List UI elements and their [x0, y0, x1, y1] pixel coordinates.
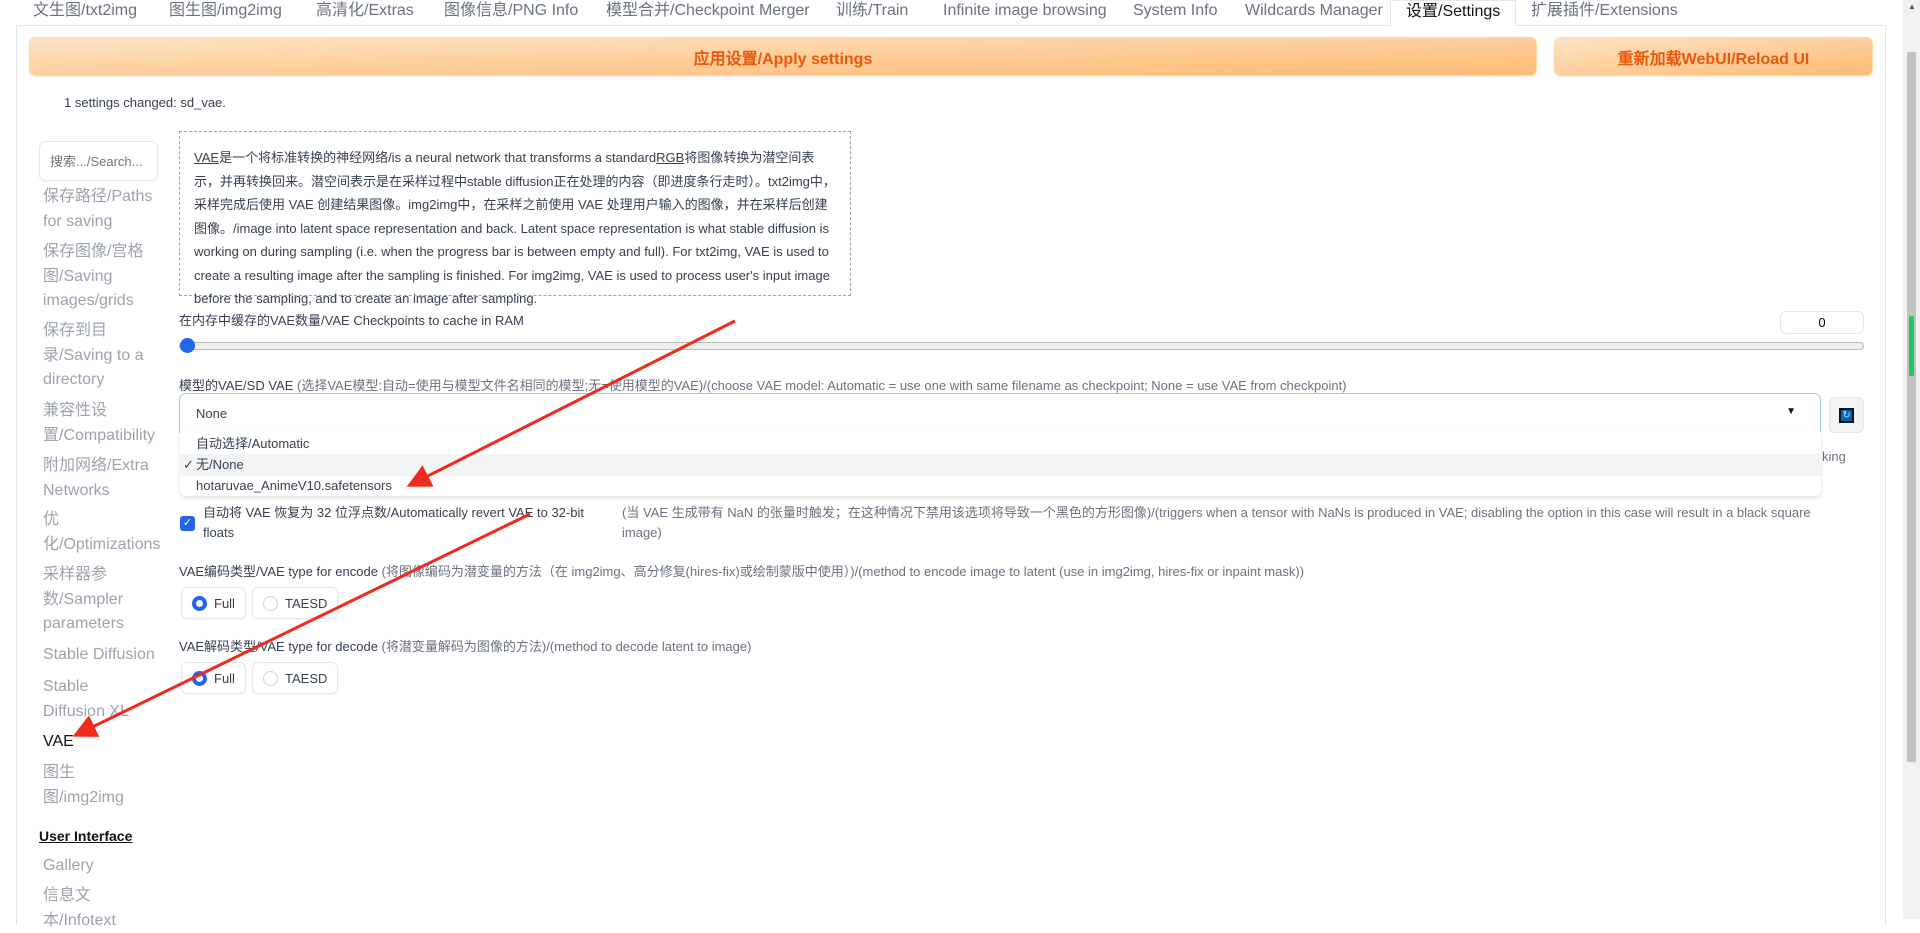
radio-empty-icon	[263, 595, 278, 611]
sidebar-section-user-interface[interactable]: User Interface	[39, 824, 157, 849]
refresh-icon: ↻	[1839, 407, 1854, 423]
encode-label: VAE编码类型/VAE type for encode (将图像编码为潜变量的方…	[179, 564, 1305, 579]
revert-vae-label: 自动将 VAE 恢复为 32 位浮点数/Automatically revert…	[203, 505, 584, 540]
apply-settings-button[interactable]: 应用设置/Apply settings	[29, 37, 1537, 76]
chevron-down-icon: ▼	[1786, 406, 1796, 417]
tab-system-info[interactable]: System Info	[1133, 0, 1217, 25]
option-none[interactable]: ✓ 无/None	[180, 454, 1821, 476]
cache-slider-thumb[interactable]	[180, 338, 195, 353]
radio-selected-icon	[192, 670, 207, 686]
decode-label: VAE解码类型/VAE type for decode (将潜变量解码为图像的方…	[179, 639, 752, 654]
hidden-info-tail: king	[1822, 449, 1846, 464]
tab-train[interactable]: 训练/Train	[836, 0, 908, 25]
sidebar-item-infotext[interactable]: 信息文本/Infotext	[43, 884, 123, 933]
scroll-up-icon[interactable]: ▲	[1908, 2, 1916, 11]
decode-radio-taesd[interactable]: TAESD	[252, 662, 339, 694]
sidebar-item-saving-images[interactable]: 保存图像/宫格图/Saving images/grids	[43, 240, 161, 314]
sidebar-item-sampler-parameters[interactable]: 采样器参数/Sampler parameters	[43, 563, 143, 637]
scrollbar-thumb[interactable]	[1907, 52, 1916, 762]
cache-number-input[interactable]	[1780, 311, 1864, 334]
radio-selected-icon	[192, 595, 207, 611]
refresh-vae-button[interactable]: ↻	[1829, 397, 1864, 433]
encode-radio-taesd[interactable]: TAESD	[252, 587, 339, 619]
settings-search-input[interactable]	[39, 141, 158, 181]
sidebar-item-extra-networks[interactable]: 附加网络/Extra Networks	[43, 454, 161, 503]
option-hotaruvae[interactable]: hotaruvae_AnimeV10.safetensors	[180, 475, 1821, 497]
check-icon: ✓	[183, 457, 194, 472]
cache-label: 在内存中缓存的VAE数量/VAE Checkpoints to cache in…	[179, 313, 524, 328]
cache-slider[interactable]	[179, 342, 1864, 350]
decode-radio-full[interactable]: Full	[181, 662, 246, 694]
tab-infinite-image-browsing[interactable]: Infinite image browsing	[943, 0, 1107, 25]
sidebar-item-img2img[interactable]: 图生图/img2img	[43, 761, 124, 810]
sidebar-item-compatibility[interactable]: 兼容性设置/Compatibility	[43, 399, 161, 448]
revert-vae-info: (当 VAE 生成带有 NaN 的张量时触发；在这种情况下禁用该选项将导致一个黑…	[622, 505, 1811, 540]
sidebar-item-optimizations[interactable]: 优化/Optimizations	[43, 508, 160, 557]
settings-changed-status: 1 settings changed: sd_vae.	[64, 95, 226, 110]
page-scrollbar[interactable]: ▲	[1903, 0, 1920, 919]
revert-vae-checkbox[interactable]: ✓	[180, 516, 195, 531]
radio-empty-icon	[263, 670, 278, 686]
description-text-2: 将图像转换为潜空间表示，并再转换回来。潜空间表示是在采样过程中stable di…	[194, 150, 836, 306]
sd-vae-label: 模型的VAE/SD VAE (选择VAE模型:自动=使用与模型文件名相同的模型;…	[179, 378, 1347, 393]
reload-ui-button[interactable]: 重新加载WebUI/Reload UI	[1554, 37, 1873, 76]
encode-radio-full[interactable]: Full	[181, 587, 246, 619]
tab-img2img[interactable]: 图生图/img2img	[169, 0, 282, 25]
tab-wildcards-manager[interactable]: Wildcards Manager	[1245, 0, 1383, 25]
vae-abbr: VAE	[194, 150, 220, 165]
tab-settings[interactable]: 设置/Settings	[1390, 0, 1517, 26]
tab-txt2img[interactable]: 文生图/txt2img	[33, 0, 137, 25]
tab-checkpoint-merger[interactable]: 模型合并/Checkpoint Merger	[606, 0, 810, 25]
sidebar-item-paths-for-saving[interactable]: 保存路径/Paths for saving	[43, 185, 161, 234]
description-text: 是一个将标准转换的神经网络/is a neural network that t…	[219, 150, 657, 165]
sd-vae-selected: None	[196, 406, 228, 421]
tab-extensions[interactable]: 扩展插件/Extensions	[1531, 0, 1678, 25]
sidebar-item-saving-to-directory[interactable]: 保存到目录/Saving to a directory	[43, 319, 161, 393]
vae-description: VAE是一个将标准转换的神经网络/is a neural network tha…	[179, 131, 851, 306]
sidebar-item-stable-diffusion[interactable]: Stable Diffusion	[43, 643, 161, 668]
option-automatic[interactable]: 自动选择/Automatic	[180, 433, 1821, 455]
rgb-abbr: RGB	[656, 150, 685, 165]
tab-extras[interactable]: 高清化/Extras	[316, 0, 414, 25]
sd-vae-options-list: 自动选择/Automatic ✓ 无/None hotaruvae_AnimeV1…	[180, 432, 1821, 496]
sd-vae-dropdown[interactable]: None ▼	[179, 393, 1821, 433]
sidebar-item-gallery[interactable]: Gallery	[43, 854, 161, 879]
scroll-indicator	[1909, 316, 1914, 376]
tab-png-info[interactable]: 图像信息/PNG Info	[444, 0, 578, 25]
sidebar-item-stable-diffusion-xl[interactable]: Stable Diffusion XL	[43, 675, 153, 724]
sidebar-item-vae[interactable]: VAE	[43, 730, 161, 755]
